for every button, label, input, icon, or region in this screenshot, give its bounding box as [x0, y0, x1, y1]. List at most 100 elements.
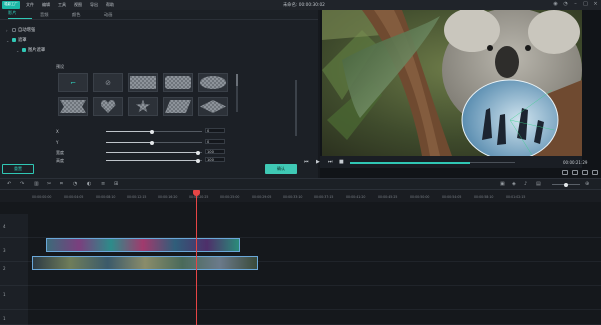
timeline-ruler: 00:00:00:00 00:00:04:05 00:00:08:10 00:0… — [0, 190, 601, 202]
param-y-slider[interactable] — [106, 140, 202, 145]
param-height-slider[interactable] — [106, 158, 202, 163]
video-clip[interactable] — [46, 238, 240, 252]
param-y-input[interactable]: 0 — [205, 139, 225, 144]
ruler-tick: 00:00:58:10 — [474, 195, 494, 199]
preset-none[interactable]: ⊘ — [93, 73, 123, 92]
panel-scrollbar[interactable] — [295, 80, 297, 136]
snapshot-icon[interactable] — [572, 170, 578, 175]
preset-ellipse[interactable] — [198, 73, 228, 92]
preset-parallelogram[interactable] — [163, 97, 193, 116]
koala-video-frame — [322, 10, 582, 156]
chevron-down-icon[interactable]: ⌄ — [16, 48, 20, 53]
image-mask-row[interactable]: ⌄ 图片遮罩 — [16, 47, 45, 54]
preset-rounded[interactable] — [163, 73, 193, 92]
color-icon[interactable]: ◐ — [87, 181, 91, 187]
track-header: 3 — [0, 238, 28, 262]
reset-button[interactable]: 重置 — [2, 164, 34, 174]
auto-enhance-checkbox[interactable] — [12, 28, 16, 32]
speed-icon[interactable]: ◔ — [73, 181, 77, 187]
minimize-icon[interactable]: – — [572, 1, 579, 8]
user-icon[interactable]: ◉ — [552, 1, 559, 8]
ruler-tick: 00:00:08:10 — [96, 195, 116, 199]
timeline-zoom-slider[interactable] — [552, 182, 580, 187]
previous-frame-icon[interactable]: ⏮ — [304, 159, 309, 165]
preview-panel — [320, 10, 601, 178]
menu-export[interactable]: 导出 — [90, 2, 98, 8]
param-width-slider[interactable] — [106, 150, 202, 155]
delete-icon[interactable]: ▥ — [34, 181, 39, 187]
playhead[interactable] — [193, 190, 200, 325]
screen-icon[interactable] — [562, 170, 568, 175]
menu-file[interactable]: 文件 — [26, 2, 34, 8]
menu-bar: 文件 编辑 工具 视图 导出 帮助 — [26, 2, 122, 8]
volume-icon[interactable] — [582, 170, 588, 175]
notification-icon[interactable]: ◔ — [562, 1, 569, 8]
auto-enhance-row[interactable]: › 自动增强 — [6, 27, 36, 34]
preset-crop[interactable]: ⌐ — [58, 73, 88, 92]
redo-icon[interactable]: ↷ — [20, 181, 24, 187]
next-frame-icon[interactable]: ⏭ — [328, 159, 333, 165]
star-shape-icon — [135, 99, 151, 113]
tab-color[interactable]: 颜色 — [72, 12, 96, 18]
zoom-in-icon[interactable]: ⊕ — [585, 181, 589, 187]
play-icon[interactable]: ▶ — [316, 159, 320, 165]
cut-icon[interactable]: ✂ — [47, 181, 51, 187]
track-lane[interactable] — [28, 256, 601, 286]
ok-button[interactable]: 确认 — [265, 164, 297, 174]
close-icon[interactable]: × — [592, 1, 599, 8]
fullscreen-icon[interactable] — [592, 170, 598, 175]
main-video-clip[interactable] — [32, 256, 258, 270]
image-mask-checkbox[interactable] — [22, 48, 26, 52]
mic-icon[interactable]: ♪ — [524, 181, 527, 187]
preset-heart[interactable] — [93, 97, 123, 116]
snapshot-tool-icon[interactable]: ▤ — [536, 181, 541, 187]
track-lane[interactable] — [28, 214, 601, 238]
preset-star[interactable] — [128, 97, 158, 116]
window-title: 未命名: 00:00:30:02 — [283, 3, 325, 8]
preview-progress-bar[interactable] — [350, 161, 515, 164]
preset-diamond[interactable] — [198, 97, 228, 116]
rectangle-shape-icon — [130, 76, 156, 89]
ruler-tick: 00:01:02:15 — [506, 195, 526, 199]
auto-enhance-label: 自动增强 — [18, 28, 36, 33]
crop-tool-icon[interactable]: ⌗ — [60, 181, 63, 187]
param-x-input[interactable]: 0 — [205, 128, 225, 133]
menu-help[interactable]: 帮助 — [106, 2, 114, 8]
marker-icon[interactable]: ◈ — [512, 181, 516, 187]
preview-video[interactable] — [322, 10, 582, 156]
ruler-tick: 00:00:25:00 — [220, 195, 240, 199]
undo-icon[interactable]: ↶ — [7, 181, 11, 187]
none-icon: ⊘ — [105, 78, 111, 87]
tab-video[interactable]: 影片 — [8, 10, 32, 19]
preset-rectangle[interactable] — [128, 73, 158, 92]
menu-edit[interactable]: 编辑 — [42, 2, 50, 8]
track-number: 3 — [3, 248, 6, 253]
render-icon[interactable]: ▣ — [500, 181, 505, 187]
ruler-tick: 00:00:45:25 — [378, 195, 398, 199]
param-x-slider[interactable] — [106, 129, 202, 134]
preset-banner[interactable] — [58, 97, 88, 116]
mask-checkbox[interactable] — [12, 38, 16, 42]
chevron-down-icon[interactable]: ⌄ — [6, 38, 10, 43]
split-screen-icon[interactable]: ⊞ — [114, 181, 118, 187]
parallelogram-shape-icon — [165, 100, 191, 113]
param-height-input[interactable]: 100 — [205, 157, 225, 162]
mask-row[interactable]: ⌄ 遮罩 — [6, 37, 27, 44]
logo-text: 喵影工厂 — [4, 2, 18, 7]
crop-icon: ⌐ — [70, 78, 76, 87]
preview-timecode: 00:00:21:29 — [563, 160, 588, 165]
preset-label: 预设 — [56, 64, 64, 69]
tab-audio[interactable]: 音频 — [40, 12, 64, 18]
track-lane[interactable] — [28, 286, 601, 310]
stop-icon[interactable]: ■ — [339, 159, 344, 165]
menu-view[interactable]: 视图 — [74, 2, 82, 8]
tab-animation[interactable]: 动画 — [104, 12, 128, 18]
maximize-icon[interactable]: □ — [582, 1, 589, 8]
param-width-input[interactable]: 100 — [205, 149, 225, 154]
track-lane[interactable] — [28, 310, 601, 325]
timeline-tracks: 4 3 2 1 1 — [0, 202, 601, 325]
chevron-right-icon[interactable]: › — [6, 28, 10, 33]
audio-mixer-icon[interactable]: ≡ — [101, 181, 105, 187]
menu-tools[interactable]: 工具 — [58, 2, 66, 8]
preset-scrollbar[interactable] — [236, 74, 238, 112]
